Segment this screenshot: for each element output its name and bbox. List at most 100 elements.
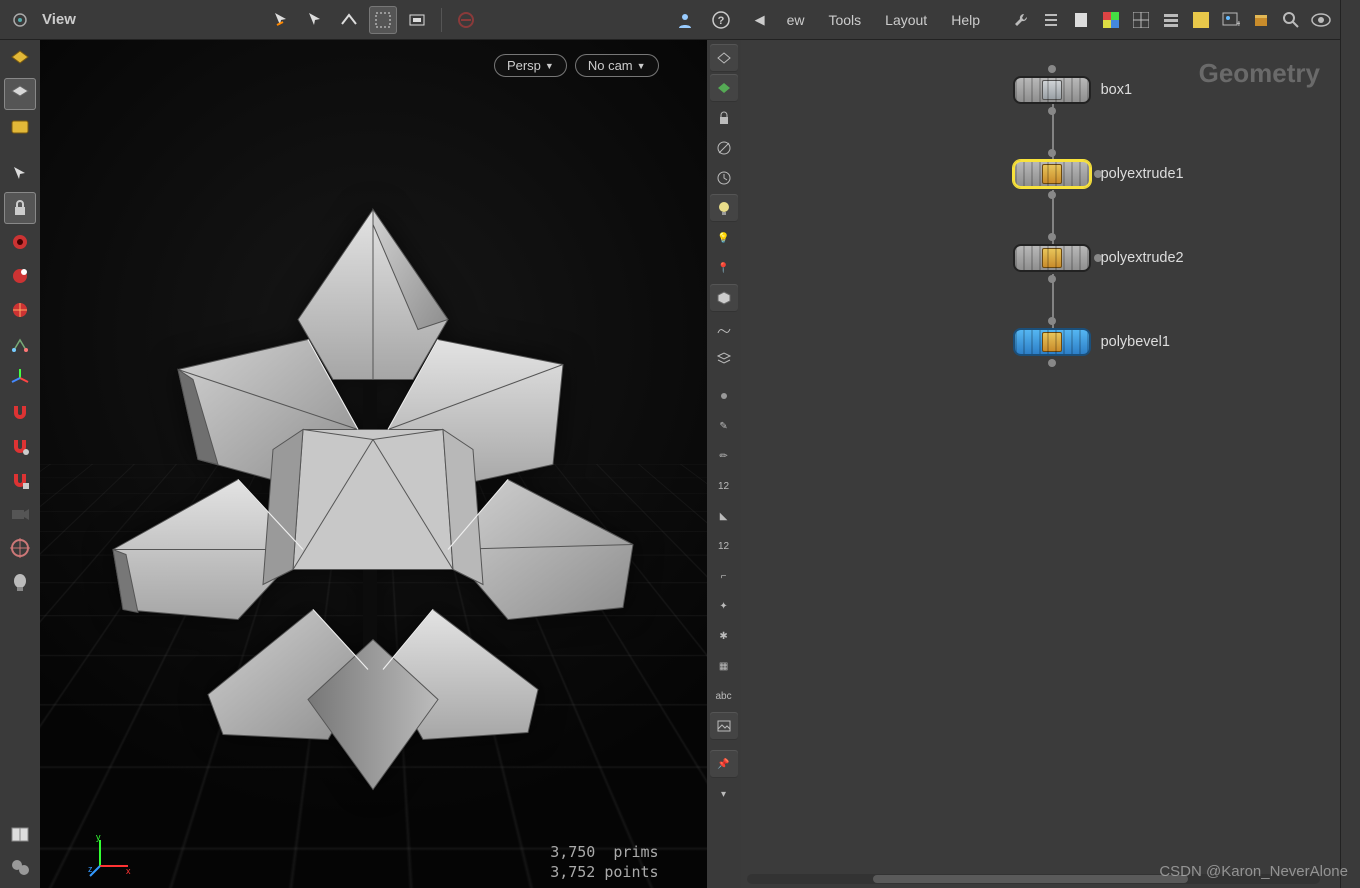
do-bulb-icon[interactable] (710, 194, 738, 222)
chevron-down-icon: ▼ (545, 61, 554, 71)
prims-count: 3,750 (550, 843, 595, 861)
svg-text:z: z (88, 864, 93, 874)
disable-icon[interactable] (452, 6, 480, 34)
tool-light[interactable] (4, 566, 36, 598)
select-visible-icon[interactable] (301, 6, 329, 34)
network-pane: ◀ ew Tools Layout Help + Geometry (741, 0, 1360, 888)
image-add-icon[interactable]: + (1218, 7, 1244, 33)
viewport-3d[interactable]: Persp ▼ No cam ▼ (40, 40, 707, 888)
tool-magnet2[interactable] (4, 430, 36, 462)
tool-book[interactable] (4, 818, 36, 850)
tool-paint[interactable] (4, 112, 36, 144)
do-angle-icon[interactable]: ⌐ (710, 562, 738, 590)
mesh-preview (58, 129, 688, 832)
note-icon[interactable] (1188, 7, 1214, 33)
package-icon[interactable] (1248, 7, 1274, 33)
node-polybevel1[interactable]: polybevel1 (1013, 328, 1170, 356)
do-cube-icon[interactable] (710, 284, 738, 312)
node-box1[interactable]: box1 (1013, 76, 1132, 104)
node-polyextrude2[interactable]: polyextrude2 (1013, 244, 1184, 272)
do-marker-icon[interactable]: 📌 (710, 750, 738, 778)
do-dot-icon[interactable] (710, 382, 738, 410)
do-num12b-icon[interactable]: 12 (710, 532, 738, 560)
svg-text:+: + (1236, 19, 1240, 28)
do-pin-icon[interactable]: 📍 (710, 254, 738, 282)
tool-target[interactable] (4, 532, 36, 564)
nav-back-icon[interactable]: ◀ (747, 7, 773, 33)
svg-text:y: y (96, 832, 101, 842)
watermark: CSDN @Karon_NeverAlone (1159, 863, 1348, 880)
persp-dropdown[interactable]: Persp ▼ (494, 54, 567, 77)
tool-snap-red1[interactable] (4, 226, 36, 258)
node-label: polyextrude2 (1101, 250, 1184, 266)
points-count: 3,752 (550, 863, 595, 881)
list-icon[interactable] (1038, 7, 1064, 33)
tool-magnet1[interactable] (4, 396, 36, 428)
tool-select[interactable] (4, 158, 36, 190)
viewport-title: View (42, 11, 76, 28)
tool-shader[interactable] (4, 44, 36, 76)
do-pen-icon[interactable]: ✏ (710, 442, 738, 470)
menu-layout[interactable]: Layout (875, 8, 937, 32)
axis-gizmo: y x z (88, 832, 134, 878)
help-icon[interactable]: ? (707, 6, 735, 34)
chevron-down-icon: ▼ (637, 61, 646, 71)
snapshot-icon[interactable] (403, 6, 431, 34)
tool-align[interactable] (4, 328, 36, 360)
do-wireframe-icon[interactable] (710, 44, 738, 72)
do-layers-icon[interactable] (710, 344, 738, 372)
shelf-tools (0, 40, 40, 888)
prims-label: prims (613, 843, 658, 861)
search-icon[interactable] (1278, 7, 1304, 33)
node-polyextrude1[interactable]: polyextrude1 (1013, 160, 1184, 188)
do-box-icon[interactable]: ▦ (710, 652, 738, 680)
eye-icon[interactable] (1308, 7, 1334, 33)
area-select-icon[interactable] (369, 6, 397, 34)
tool-axis[interactable] (4, 362, 36, 394)
do-ghost-icon[interactable] (710, 74, 738, 102)
view-menu-icon[interactable] (6, 6, 34, 34)
menu-help[interactable]: Help (941, 8, 990, 32)
grid-color-icon[interactable] (1098, 7, 1124, 33)
do-xray-icon[interactable] (710, 134, 738, 162)
do-lock-icon[interactable] (710, 104, 738, 132)
tool-primitive[interactable] (4, 78, 36, 110)
tool-camera[interactable] (4, 498, 36, 530)
wrench-icon[interactable] (1008, 7, 1034, 33)
select-contained-icon[interactable] (335, 6, 363, 34)
do-bulb-plus-icon[interactable]: 💡 (710, 224, 738, 252)
node-label: polybevel1 (1101, 334, 1170, 350)
do-num12a-icon[interactable]: 12 (710, 472, 738, 500)
do-image-icon[interactable] (710, 712, 738, 740)
svg-text:x: x (126, 866, 131, 876)
menu-ew[interactable]: ew (777, 8, 815, 32)
do-curve-icon[interactable] (710, 314, 738, 342)
tool-magnet3[interactable] (4, 464, 36, 496)
network-canvas[interactable]: Geometry box1 polyextrude1 pol (741, 40, 1340, 888)
tree-icon[interactable] (1158, 7, 1184, 33)
do-graph-icon[interactable]: ✱ (710, 622, 738, 650)
viewport-stats: 3,750 prims 3,752 points (550, 842, 658, 883)
camera-label: No cam (588, 58, 633, 73)
do-net-icon[interactable]: ✦ (710, 592, 738, 620)
do-clock-icon[interactable] (710, 164, 738, 192)
tool-lock[interactable] (4, 192, 36, 224)
viewport-pane: View ? (0, 0, 741, 888)
tool-snap-red3[interactable] (4, 294, 36, 326)
node-label: polyextrude1 (1101, 166, 1184, 182)
display-options: 💡 📍 ✎ ✏ 12 ◣ 12 ⌐ ✦ ✱ ▦ abc 📌 (707, 40, 741, 888)
svg-text:?: ? (717, 15, 724, 27)
table-icon[interactable] (1128, 7, 1154, 33)
user-icon[interactable] (671, 6, 699, 34)
menu-tools[interactable]: Tools (818, 8, 871, 32)
tool-snap-red2[interactable] (4, 260, 36, 292)
do-brush-icon[interactable]: ✎ (710, 412, 738, 440)
camera-dropdown[interactable]: No cam ▼ (575, 54, 659, 77)
do-caret-icon[interactable]: ▾ (710, 780, 738, 808)
do-tag-icon[interactable]: ◣ (710, 502, 738, 530)
do-abc-icon[interactable]: abc (710, 682, 738, 710)
doc-icon[interactable] (1068, 7, 1094, 33)
select-mode-icon[interactable] (267, 6, 295, 34)
tool-film[interactable] (4, 852, 36, 884)
persp-label: Persp (507, 58, 541, 73)
